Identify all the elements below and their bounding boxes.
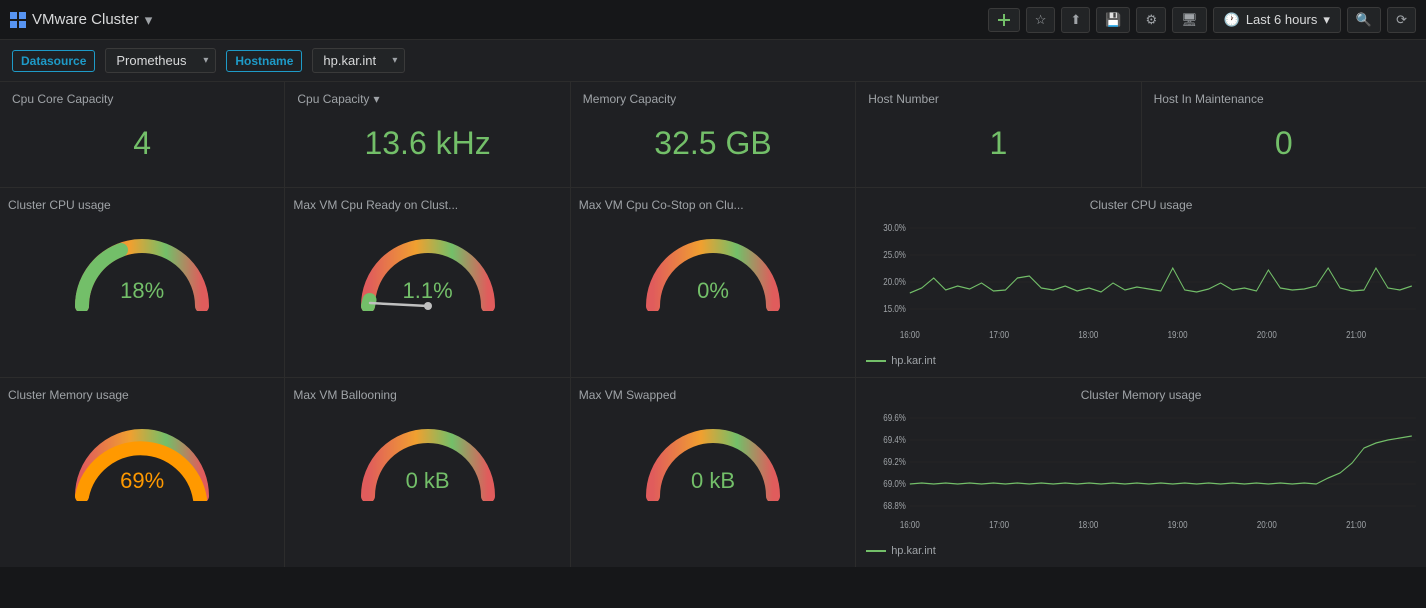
panel-cpu-core: Cpu Core Capacity 4 [0, 82, 284, 187]
add-panel-button[interactable] [988, 8, 1020, 32]
svg-text:20.0%: 20.0% [883, 276, 906, 287]
svg-text:69.4%: 69.4% [883, 434, 906, 445]
svg-text:69.2%: 69.2% [883, 456, 906, 467]
cpu-chart-legend: hp.kar.int [866, 355, 1416, 367]
svg-text:16:00: 16:00 [900, 329, 920, 340]
panel-host-number: Host Number 1 [856, 82, 1140, 187]
time-label: Last 6 hours [1246, 12, 1318, 27]
cluster-cpu-gauge: 18% [62, 216, 222, 306]
mem-legend-label: hp.kar.int [891, 545, 936, 557]
vm-ready-title: Max VM Cpu Ready on Clust... [293, 198, 458, 212]
topbar-actions: ☆ ⬆ 💾 ⚙ 🖥 🕐 Last 6 hours ▾ 🔍 ⟳ [988, 7, 1416, 33]
star-button[interactable]: ☆ [1026, 7, 1056, 33]
hostname-label: Hostname [226, 50, 302, 72]
host-num-value: 1 [989, 125, 1007, 162]
panel-cluster-memory-chart: Cluster Memory usage 69.6% 69.4% 69.2% 6… [856, 378, 1426, 567]
vm-balloon-gauge: 0 kB [348, 406, 508, 496]
cluster-mem-chart-title: Cluster Memory usage [866, 388, 1416, 402]
panel-host-maintenance: Host In Maintenance 0 [1142, 82, 1426, 187]
mem-chart-legend: hp.kar.int [866, 545, 1416, 557]
search-button[interactable]: 🔍 [1347, 7, 1381, 33]
time-picker[interactable]: 🕐 Last 6 hours ▾ [1213, 7, 1341, 33]
cluster-cpu-chart-title: Cluster CPU usage [866, 198, 1416, 212]
app-title: VMware Cluster [32, 11, 139, 28]
cluster-mem-gauge: 69% [62, 406, 222, 496]
svg-text:15.0%: 15.0% [883, 303, 906, 314]
host-maint-value: 0 [1275, 125, 1293, 162]
panel-memory-capacity: Memory Capacity 32.5 GB [571, 82, 855, 187]
cluster-cpu-gauge-title: Cluster CPU usage [8, 198, 111, 212]
cpu-cap-title: Cpu Capacity ▾ [297, 92, 379, 106]
datasource-select[interactable]: Prometheus [105, 48, 216, 73]
panel-cluster-cpu-chart: Cluster CPU usage 30.0% 25.0% 20.0% 15.0… [856, 188, 1426, 377]
host-num-title: Host Number [868, 92, 939, 106]
mem-cap-title: Memory Capacity [583, 92, 676, 106]
panel-vm-cpu-ready-gauge: Max VM Cpu Ready on Clust... [285, 188, 569, 377]
svg-text:21:00: 21:00 [1346, 519, 1366, 530]
hostname-select-wrap: hp.kar.int ▾ [312, 48, 405, 73]
title-chevron[interactable]: ▾ [145, 11, 153, 29]
datasource-select-wrap: Prometheus ▾ [105, 48, 216, 73]
cluster-mem-gauge-title: Cluster Memory usage [8, 388, 129, 402]
cpu-legend-line [866, 360, 886, 362]
cpu-legend-label: hp.kar.int [891, 355, 936, 367]
panel-vm-cpu-costop-gauge: Max VM Cpu Co-Stop on Clu... 0% [571, 188, 855, 377]
svg-text:21:00: 21:00 [1346, 329, 1366, 340]
svg-text:18:00: 18:00 [1079, 329, 1099, 340]
panel-cpu-capacity: Cpu Capacity ▾ 13.6 kHz [285, 82, 569, 187]
vm-swapped-value: 0 kB [691, 468, 735, 494]
dashboard: Cpu Core Capacity 4 Cpu Capacity ▾ 13.6 … [0, 82, 1426, 567]
vm-costop-title: Max VM Cpu Co-Stop on Clu... [579, 198, 744, 212]
svg-text:16:00: 16:00 [900, 519, 920, 530]
app-logo: VMware Cluster ▾ [10, 11, 152, 29]
vm-ready-gauge: 1.1% [348, 216, 508, 306]
vm-balloon-value: 0 kB [406, 468, 450, 494]
filterbar: Datasource Prometheus ▾ Hostname hp.kar.… [0, 40, 1426, 82]
cpu-cap-value: 13.6 kHz [364, 125, 490, 162]
mem-chart-svg: 69.6% 69.4% 69.2% 69.0% 68.8% 16:00 17:0… [866, 408, 1416, 538]
vm-ready-value: 1.1% [403, 278, 453, 304]
svg-text:19:00: 19:00 [1168, 519, 1188, 530]
time-chevron: ▾ [1323, 12, 1330, 28]
cluster-cpu-gauge-value: 18% [120, 278, 164, 304]
svg-text:69.6%: 69.6% [883, 412, 906, 423]
svg-text:30.0%: 30.0% [883, 222, 906, 233]
mem-cap-value: 32.5 GB [654, 125, 771, 162]
panel-cluster-cpu-gauge: Cluster CPU usage 18% [0, 188, 284, 377]
datasource-label: Datasource [12, 50, 95, 72]
tv-button[interactable]: 🖥 [1172, 7, 1207, 33]
cpu-core-title: Cpu Core Capacity [12, 92, 113, 106]
vm-costop-gauge: 0% [633, 216, 793, 306]
save-button[interactable]: 💾 [1096, 7, 1130, 33]
grid-icon [10, 12, 26, 28]
svg-text:20:00: 20:00 [1257, 329, 1277, 340]
svg-text:69.0%: 69.0% [883, 478, 906, 489]
svg-text:20:00: 20:00 [1257, 519, 1277, 530]
vm-swapped-title: Max VM Swapped [579, 388, 676, 402]
panel-vm-swapped-gauge: Max VM Swapped 0 kB [571, 378, 855, 567]
svg-text:18:00: 18:00 [1079, 519, 1099, 530]
svg-text:17:00: 17:00 [989, 329, 1009, 340]
vm-swapped-gauge: 0 kB [633, 406, 793, 496]
svg-text:68.8%: 68.8% [883, 500, 906, 511]
cpu-core-value: 4 [133, 125, 151, 162]
mem-legend-line [866, 550, 886, 552]
vm-costop-value: 0% [697, 278, 729, 304]
panel-cluster-memory-gauge: Cluster Memory usage 69% [0, 378, 284, 567]
refresh-button[interactable]: ⟳ [1387, 7, 1416, 33]
svg-text:25.0%: 25.0% [883, 249, 906, 260]
svg-text:19:00: 19:00 [1168, 329, 1188, 340]
topbar: VMware Cluster ▾ ☆ ⬆ 💾 ⚙ 🖥 🕐 Last 6 hour… [0, 0, 1426, 40]
hostname-select[interactable]: hp.kar.int [312, 48, 405, 73]
panel-vm-ballooning-gauge: Max VM Ballooning 0 kB [285, 378, 569, 567]
clock-icon: 🕐 [1224, 12, 1240, 28]
cpu-cap-chevron: ▾ [373, 92, 379, 106]
cpu-chart-svg: 30.0% 25.0% 20.0% 15.0% 16:00 17:00 18:0… [866, 218, 1416, 348]
settings-button[interactable]: ⚙ [1136, 7, 1166, 33]
svg-text:17:00: 17:00 [989, 519, 1009, 530]
share-button[interactable]: ⬆ [1061, 7, 1090, 33]
host-maint-title: Host In Maintenance [1154, 92, 1264, 106]
vm-balloon-title: Max VM Ballooning [293, 388, 396, 402]
cluster-mem-gauge-value: 69% [120, 468, 164, 494]
